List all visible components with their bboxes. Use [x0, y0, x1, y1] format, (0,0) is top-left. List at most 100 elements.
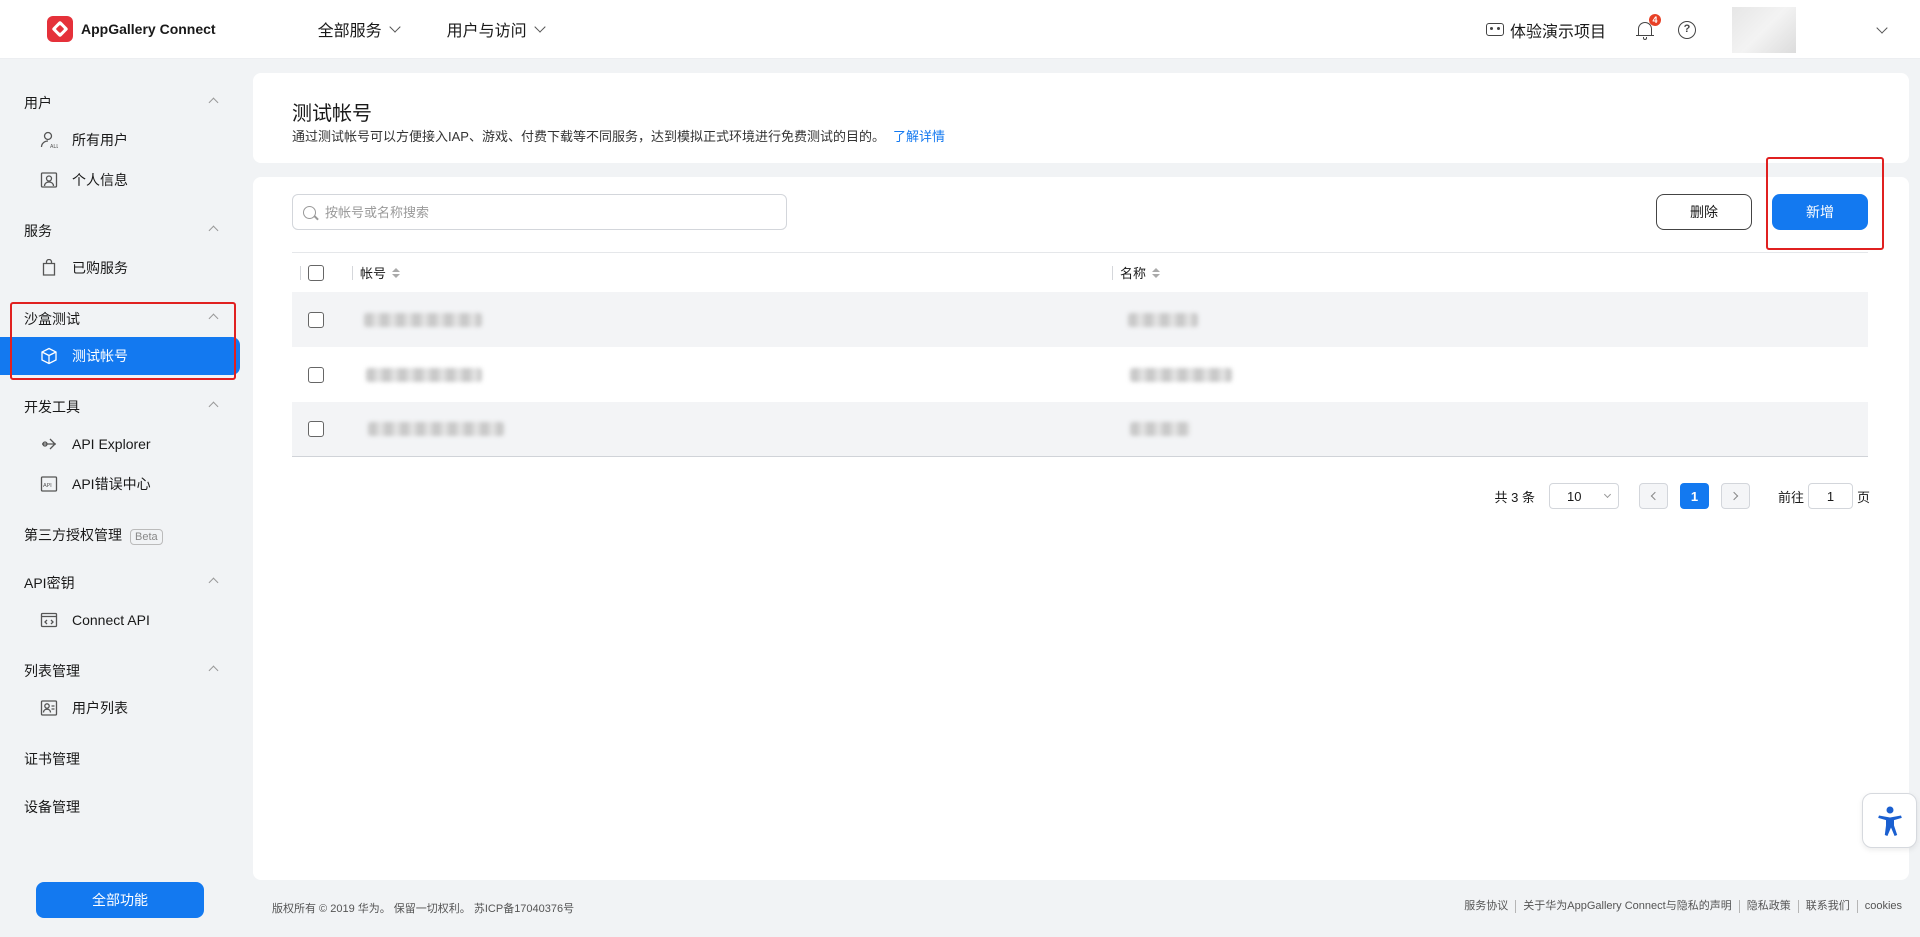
all-services-menu[interactable]: 全部服务 [317, 17, 401, 41]
demo-project-link[interactable]: 体验演示项目 [1485, 18, 1606, 42]
chevron-down-icon [1603, 490, 1612, 499]
accessibility-button[interactable] [1862, 793, 1917, 848]
accessibility-icon [1877, 806, 1902, 836]
sidebar-item-label: 已购服务 [72, 260, 128, 276]
page-number-current[interactable]: 1 [1679, 483, 1709, 509]
delete-button[interactable]: 删除 [1656, 194, 1752, 230]
demo-project-icon [1485, 23, 1504, 36]
add-button[interactable]: 新增 [1772, 194, 1868, 230]
users-access-menu[interactable]: 用户与访问 [446, 17, 546, 41]
pagination: 共 3 条 10 1 前往 页 [1495, 483, 1870, 509]
footer: 版权所有 © 2019 华为。 保留一切权利。 苏ICP备17040376号 服… [253, 898, 1909, 918]
sidebar-item-label: 测试帐号 [72, 348, 128, 364]
table-row[interactable] [292, 292, 1868, 347]
prev-page-button[interactable] [1638, 483, 1668, 509]
search-input[interactable] [325, 204, 765, 220]
sidebar-item-label: API错误中心 [72, 476, 151, 492]
footer-link-service-agreement[interactable]: 服务协议 [1457, 900, 1515, 913]
sidebar-item-profile[interactable]: 个人信息 [0, 161, 240, 199]
table-row[interactable] [292, 347, 1868, 402]
footer-link-contact-us[interactable]: 联系我们 [1797, 900, 1857, 913]
sidebar-group-api-keys[interactable]: API密钥 [24, 573, 75, 593]
column-header-account[interactable]: 帐号 [360, 263, 401, 282]
next-page-button[interactable] [1720, 483, 1750, 509]
sidebar-item-connect-api[interactable]: Connect API [0, 601, 240, 639]
sidebar-group-sandbox[interactable]: 沙盒测试 [24, 309, 80, 329]
sidebar-item-all-users[interactable]: ALL 所有用户 [0, 121, 240, 159]
goto-label: 前往 [1777, 489, 1804, 505]
sidebar-group-users[interactable]: 用户 [24, 93, 52, 113]
account-cell [364, 312, 482, 327]
code-window-icon [40, 611, 58, 629]
sidebar-item-api-explorer[interactable]: API Explorer [0, 425, 240, 463]
account-cell [366, 367, 482, 382]
huawei-logo-icon [47, 16, 73, 42]
app-logo[interactable]: AppGallery Connect [47, 16, 216, 42]
user-menu-chevron-down-icon[interactable] [1876, 21, 1888, 34]
footer-link-privacy-statement[interactable]: 关于华为AppGallery Connect与隐私的声明 [1515, 900, 1738, 913]
sidebar-group-dev-tools[interactable]: 开发工具 [24, 397, 80, 417]
row-checkbox[interactable] [308, 421, 324, 437]
footer-link-cookies[interactable]: cookies [1856, 900, 1909, 913]
page-size-select[interactable]: 10 [1548, 483, 1619, 509]
footer-link-privacy-policy[interactable]: 隐私政策 [1738, 900, 1798, 913]
column-header-label: 帐号 [360, 266, 387, 281]
name-cell [1130, 367, 1232, 382]
sidebar-group-label: 第三方授权管理 [24, 527, 122, 543]
sidebar-group-certificates[interactable]: 证书管理 [24, 749, 80, 769]
help-icon[interactable]: ? [1678, 20, 1696, 39]
sidebar-item-api-error-center[interactable]: API API错误中心 [0, 465, 240, 503]
all-services-label: 全部服务 [317, 23, 382, 40]
svg-text:API: API [43, 483, 52, 489]
chevron-up-icon[interactable] [208, 313, 219, 324]
shopping-bag-icon [40, 258, 58, 277]
chevron-up-icon[interactable] [208, 97, 219, 108]
sidebar: 用户 ALL 所有用户 个人信息 服务 已购服务 沙盒测试 测试帐号 开发工具 [0, 60, 240, 937]
page-header-panel: 测试帐号 通过测试帐号可以方便接入IAP、游戏、付费下载等不同服务，达到模拟正式… [253, 73, 1909, 163]
api-explorer-icon [40, 435, 58, 453]
copyright-text: 版权所有 © 2019 华为。 保留一切权利。 苏ICP备17040376号 [272, 903, 575, 915]
page-suffix: 页 [1856, 489, 1870, 505]
all-functions-button[interactable]: 全部功能 [36, 882, 204, 918]
chevron-up-icon[interactable] [208, 577, 219, 588]
sidebar-group-list-management[interactable]: 列表管理 [24, 661, 80, 681]
row-checkbox[interactable] [308, 311, 324, 328]
user-all-icon: ALL [40, 131, 59, 150]
sidebar-item-label: 所有用户 [72, 132, 128, 148]
sidebar-item-test-accounts[interactable]: 测试帐号 [0, 337, 240, 375]
bell-icon-clapper [1643, 36, 1647, 40]
notification-button[interactable]: 4 [1636, 13, 1661, 40]
name-cell [1130, 422, 1190, 436]
header-right: 体验演示项目 4 ? [1485, 0, 1920, 59]
chevron-up-icon[interactable] [208, 401, 219, 412]
sidebar-item-user-list[interactable]: 用户列表 [0, 689, 240, 727]
column-header-name[interactable]: 名称 [1120, 263, 1161, 282]
avatar[interactable] [1732, 6, 1796, 53]
sidebar-group-services[interactable]: 服务 [24, 221, 52, 241]
beta-badge: Beta [130, 529, 163, 545]
table-header: 帐号 名称 [292, 252, 1868, 292]
sidebar-group-devices[interactable]: 设备管理 [24, 797, 80, 817]
column-divider [1112, 265, 1113, 280]
sidebar-item-purchased-services[interactable]: 已购服务 [0, 249, 240, 287]
row-checkbox[interactable] [308, 366, 324, 383]
table-row[interactable] [292, 402, 1868, 457]
account-cell [368, 422, 504, 436]
top-nav: 全部服务 用户与访问 [318, 17, 592, 41]
select-all-checkbox[interactable] [308, 264, 324, 281]
learn-more-link[interactable]: 了解详情 [893, 129, 945, 144]
demo-project-label: 体验演示项目 [1509, 23, 1606, 41]
column-divider [352, 265, 353, 280]
sort-icon [1152, 267, 1161, 278]
chevron-up-icon[interactable] [208, 665, 219, 676]
search-icon [303, 205, 316, 219]
goto-page-input[interactable] [1807, 483, 1853, 509]
search-box[interactable] [292, 194, 787, 230]
chevron-up-icon[interactable] [208, 225, 219, 236]
cube-icon [40, 347, 58, 365]
top-header: AppGallery Connect 全部服务 用户与访问 体验演示项目 4 ? [0, 0, 1920, 59]
sidebar-item-label: 个人信息 [72, 172, 128, 188]
users-access-label: 用户与访问 [446, 23, 527, 40]
sidebar-item-label: API Explorer [72, 436, 151, 452]
sidebar-group-third-party-auth[interactable]: 第三方授权管理 Beta [24, 525, 163, 545]
